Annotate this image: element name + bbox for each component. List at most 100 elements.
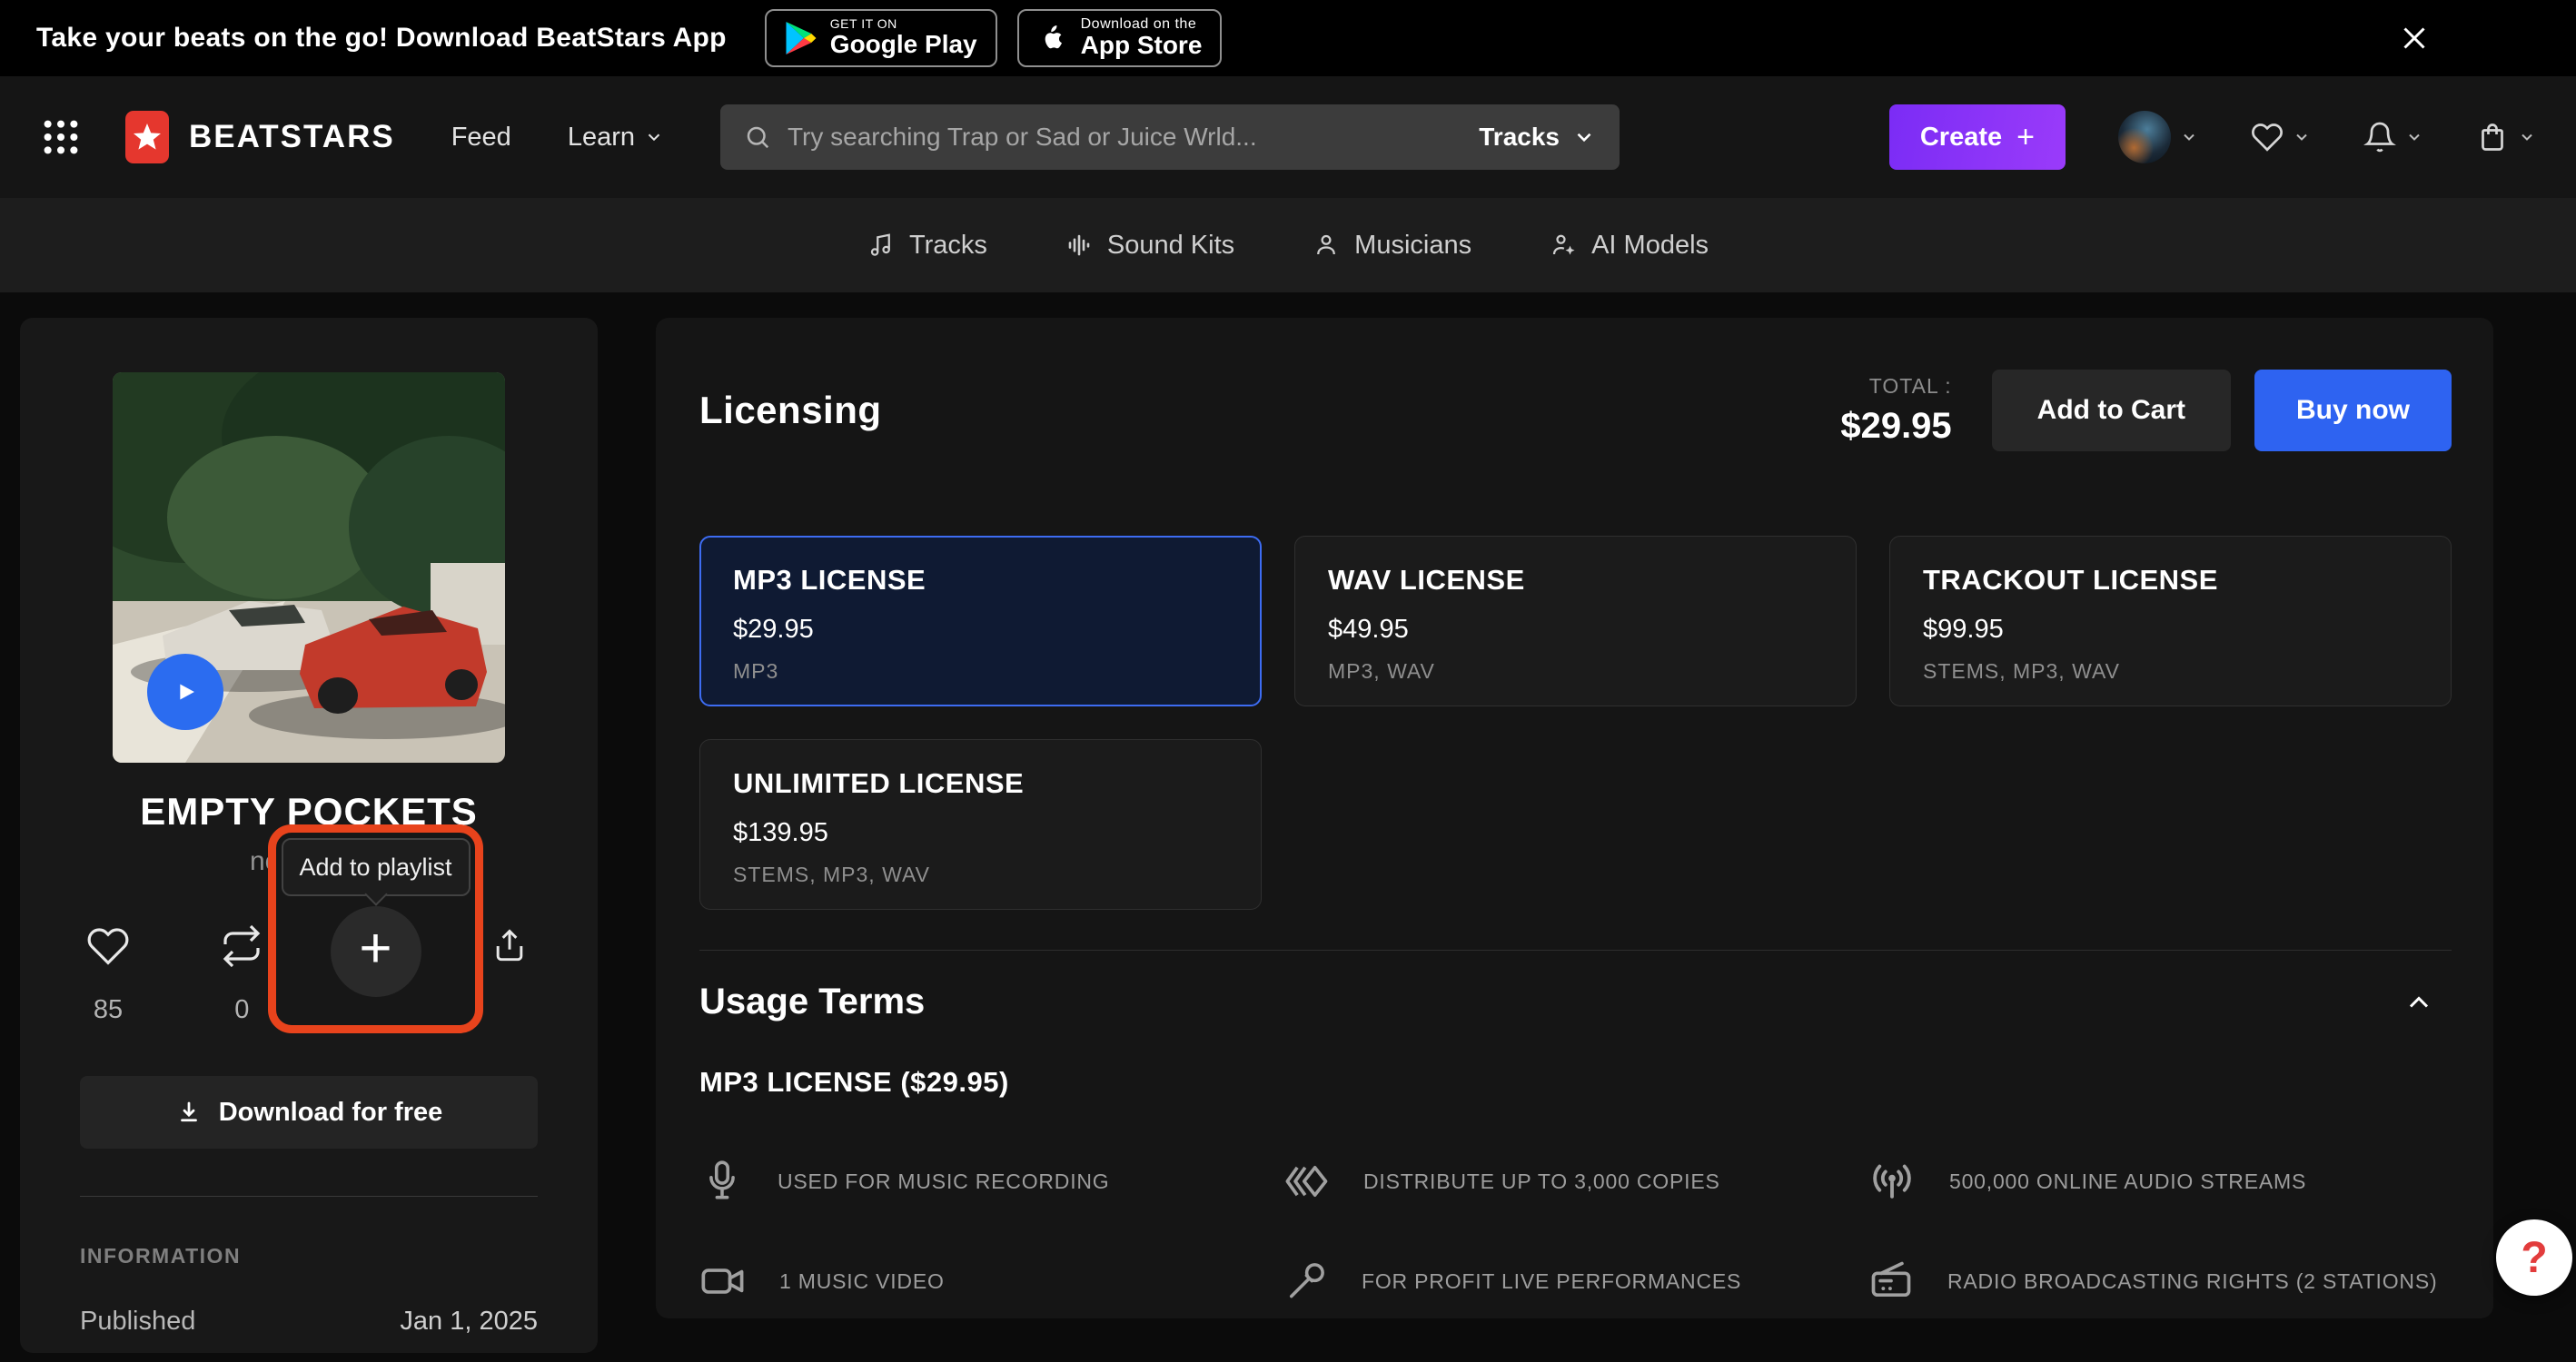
notifications-menu[interactable] (2363, 121, 2423, 153)
total-label: TOTAL : (1840, 374, 1951, 399)
license-price: $49.95 (1328, 615, 1823, 645)
search-input[interactable] (788, 123, 1462, 152)
chevron-down-icon (644, 127, 664, 147)
help-button[interactable]: ? (2496, 1219, 2572, 1296)
app-store-badge[interactable]: Download on the App Store (1017, 9, 1223, 67)
term-item: FOR PROFIT LIVE PERFORMANCES (1283, 1257, 1868, 1306)
published-value: Jan 1, 2025 (400, 1307, 538, 1337)
chevron-down-icon (2293, 128, 2311, 146)
subnav-ai-models-label: AI Models (1591, 231, 1709, 261)
google-play-top-text: GET IT ON (830, 17, 977, 31)
subnav-ai-models[interactable]: AI Models (1550, 231, 1709, 261)
license-price: $99.95 (1923, 615, 2418, 645)
cart-menu[interactable] (2476, 121, 2536, 153)
subnav-sound-kits[interactable]: Sound Kits (1065, 231, 1234, 261)
license-card-trackout[interactable]: TRACKOUT LICENSE $99.95 STEMS, MP3, WAV (1889, 536, 2452, 706)
add-to-playlist-button[interactable]: + (331, 906, 421, 997)
license-formats: STEMS, MP3, WAV (1923, 659, 2418, 684)
license-price: $29.95 (733, 615, 1228, 645)
repost-button[interactable]: 0 (213, 924, 270, 1025)
chevron-down-icon (2518, 128, 2536, 146)
term-item: 500,000 ONLINE AUDIO STREAMS (1868, 1157, 2452, 1206)
chevron-down-icon (1572, 125, 1596, 149)
usage-terms-title: Usage Terms (699, 982, 925, 1022)
download-label: Download for free (219, 1098, 443, 1128)
share-button[interactable] (481, 924, 538, 1025)
license-formats: MP3 (733, 659, 1228, 684)
ai-person-sparkle-icon (1550, 232, 1577, 259)
heart-icon (86, 924, 130, 968)
handheld-microphone-icon (1283, 1257, 1329, 1306)
app-store-bottom-text: App Store (1081, 32, 1203, 60)
license-price: $139.95 (733, 818, 1228, 848)
add-to-cart-button[interactable]: Add to Cart (1992, 370, 2231, 451)
term-item: DISTRIBUTE UP TO 3,000 COPIES (1283, 1157, 1868, 1206)
repeat-icon (220, 924, 263, 968)
favorites-menu[interactable] (2251, 121, 2311, 153)
like-count: 85 (94, 995, 123, 1025)
license-name: WAV LICENSE (1328, 564, 1823, 597)
nav-link-feed[interactable]: Feed (451, 123, 511, 153)
buy-now-button[interactable]: Buy now (2254, 370, 2452, 451)
beatstars-logo[interactable]: BEATSTARS (122, 109, 395, 165)
subnav-sound-kits-label: Sound Kits (1107, 231, 1234, 261)
share-upload-icon (490, 924, 530, 968)
category-subnav: Tracks Sound Kits Musicians AI Models (0, 198, 2576, 292)
licensing-panel: Licensing TOTAL : $29.95 Add to Cart Buy… (656, 318, 2493, 1318)
usage-terms-grid: USED FOR MUSIC RECORDING DISTRIBUTE UP T… (699, 1157, 2452, 1306)
apps-grid-icon[interactable] (40, 116, 82, 158)
usage-terms-subtitle: MP3 LICENSE ($29.95) (699, 1066, 2452, 1099)
radio-icon (1868, 1257, 1915, 1306)
beatstars-logo-icon (122, 109, 173, 165)
app-promo-banner: Take your beats on the go! Download Beat… (0, 0, 2576, 76)
bell-icon (2363, 121, 2396, 153)
license-cards: MP3 LICENSE $29.95 MP3 WAV LICENSE $49.9… (699, 536, 2452, 910)
information-label: INFORMATION (80, 1244, 538, 1268)
card-divider (80, 1196, 538, 1197)
chevron-up-icon[interactable] (2403, 986, 2435, 1019)
banner-text: Take your beats on the go! Download Beat… (36, 23, 727, 54)
download-free-button[interactable]: Download for free (80, 1076, 538, 1149)
plus-icon: + (359, 923, 391, 974)
broadcast-icon (1868, 1157, 1917, 1206)
google-play-icon (785, 20, 817, 56)
action-highlight-box: Add to playlist + (268, 824, 483, 1033)
heart-icon (2251, 121, 2284, 153)
licensing-title: Licensing (699, 389, 882, 432)
store-badges: GET IT ON Google Play Download on the Ap… (765, 9, 1223, 67)
search-icon (744, 123, 771, 151)
license-card-unlimited[interactable]: UNLIMITED LICENSE $139.95 STEMS, MP3, WA… (699, 739, 1262, 910)
download-icon (175, 1099, 203, 1126)
google-play-badge[interactable]: GET IT ON Google Play (765, 9, 997, 67)
term-item: 1 MUSIC VIDEO (699, 1257, 1283, 1306)
search-category-dropdown[interactable]: Tracks (1479, 123, 1596, 152)
create-label: Create (1920, 123, 2002, 153)
license-formats: MP3, WAV (1328, 659, 1823, 684)
play-button[interactable] (147, 654, 223, 730)
tooltip-label: Add to playlist (299, 854, 451, 882)
term-item: RADIO BROADCASTING RIGHTS (2 STATIONS) (1868, 1257, 2452, 1306)
create-button[interactable]: Create + (1889, 104, 2066, 170)
profile-menu[interactable] (2118, 111, 2198, 163)
subnav-tracks[interactable]: Tracks (867, 231, 987, 261)
license-name: UNLIMITED LICENSE (733, 767, 1228, 800)
license-card-wav[interactable]: WAV LICENSE $49.95 MP3, WAV (1294, 536, 1857, 706)
banner-close-icon[interactable] (2394, 18, 2434, 58)
published-label: Published (80, 1307, 195, 1337)
total-block: TOTAL : $29.95 (1840, 374, 1951, 447)
track-card: EMPTY POCKETS noizy (BU 85 0 (20, 318, 598, 1353)
subnav-musicians-label: Musicians (1354, 231, 1471, 261)
licensing-header: Licensing TOTAL : $29.95 Add to Cart Buy… (699, 369, 2452, 452)
music-note-icon (867, 232, 895, 259)
nav-link-learn[interactable]: Learn (568, 123, 664, 153)
repost-count: 0 (234, 995, 249, 1025)
license-name: TRACKOUT LICENSE (1923, 564, 2418, 597)
app-store-top-text: Download on the (1081, 16, 1203, 33)
video-camera-icon (699, 1257, 747, 1306)
subnav-musicians[interactable]: Musicians (1313, 231, 1471, 261)
google-play-bottom-text: Google Play (830, 31, 977, 59)
main-nav: BEATSTARS Feed Learn Tracks (0, 76, 2576, 198)
like-button[interactable]: 85 (80, 924, 136, 1025)
license-card-mp3[interactable]: MP3 LICENSE $29.95 MP3 (699, 536, 1262, 706)
plus-icon: + (2016, 120, 2035, 155)
